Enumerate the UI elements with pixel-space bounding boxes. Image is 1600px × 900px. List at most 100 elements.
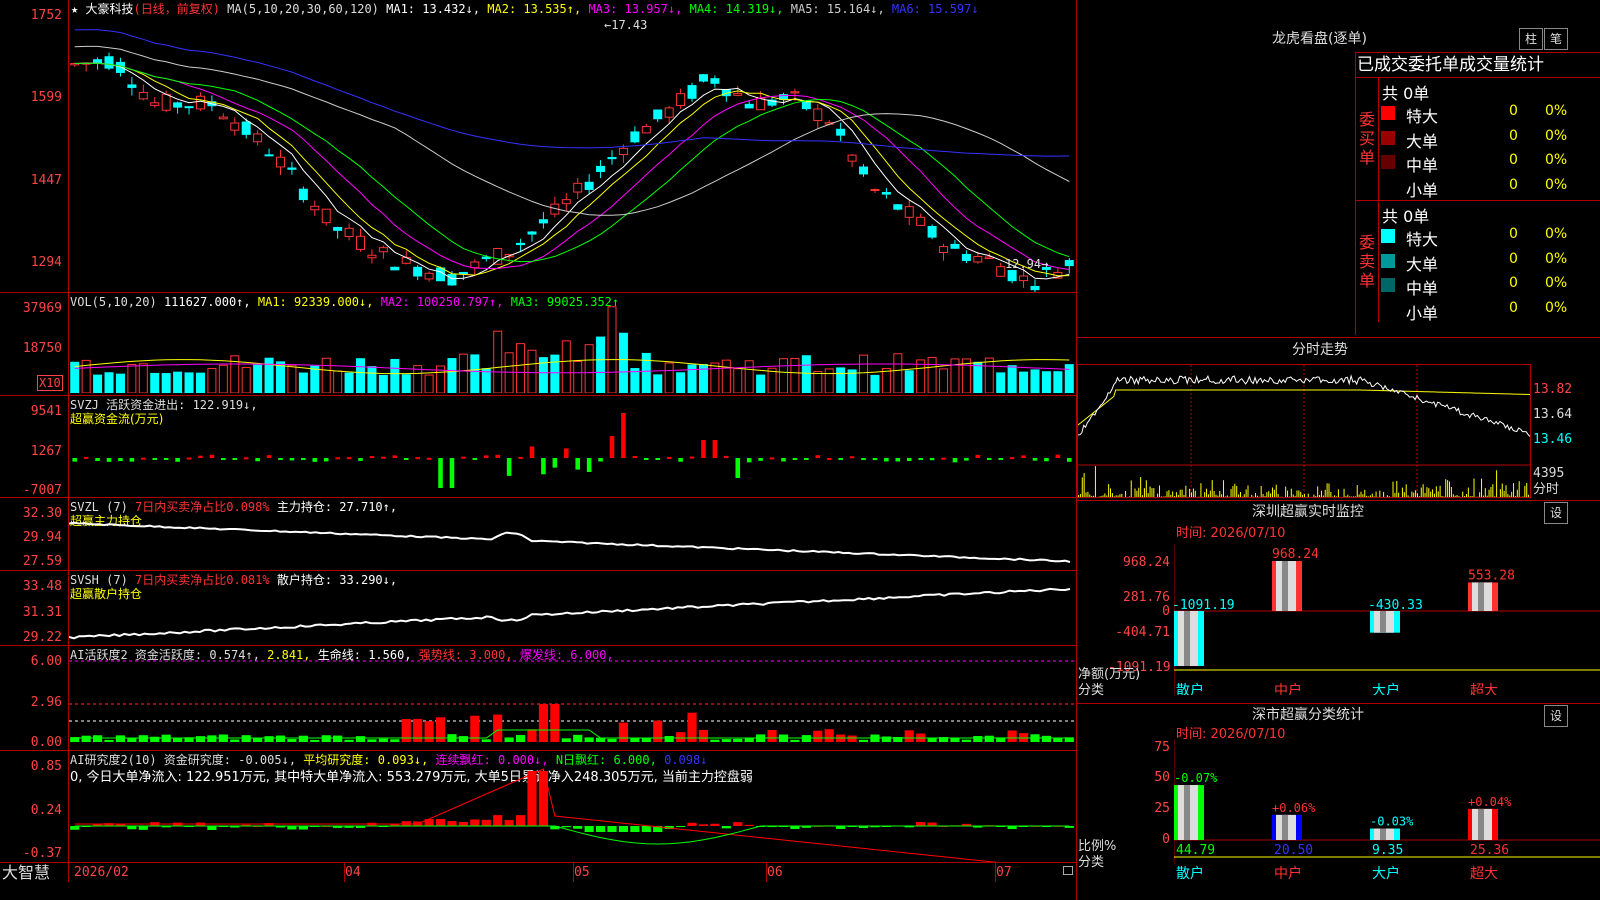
research-bar (641, 826, 651, 832)
sz-monitor-settings-button[interactable]: 设 (1544, 502, 1568, 524)
class-category-label: 散户 (1176, 865, 1204, 882)
volume-bar (630, 368, 640, 393)
order-color-swatch (1381, 229, 1395, 243)
ma-value-1: MA1: 13.432↓, (386, 2, 488, 16)
intraday-vol-bar (1189, 488, 1191, 497)
monitor-bar-4 (1468, 582, 1498, 611)
volume-bar (481, 368, 491, 393)
x-label-jul: 07 (996, 865, 1012, 880)
candle-body (1019, 275, 1029, 282)
activity-bar (973, 735, 983, 742)
intraday-vol-bar (1432, 489, 1434, 497)
fund-flow-bar (312, 458, 318, 462)
vol-label-2: 18750 (22, 341, 62, 356)
candle-body (607, 157, 617, 160)
volume-bar (150, 372, 160, 393)
brand-logo: 大智慧 (2, 863, 51, 882)
intraday-vol-bar (1191, 492, 1192, 497)
candle-body (287, 167, 297, 170)
volume-bar (184, 372, 194, 393)
intraday-vol-bar (1356, 485, 1358, 497)
sell-total: 共 0单 (1382, 207, 1430, 226)
fund-flow-bar (518, 456, 523, 459)
intraday-vol-bar (1379, 490, 1381, 497)
ma-line-6 (74, 29, 1070, 157)
intraday-vol-bar (1368, 496, 1370, 497)
fund-flow-bar (586, 458, 592, 472)
intraday-vol-bar (1273, 489, 1275, 497)
svzl-label-2: 29.94 (22, 530, 62, 545)
fund-flow-bar (666, 456, 672, 459)
fund-flow-bar (95, 458, 100, 461)
volume-bar (333, 370, 343, 393)
intraday-vol-bar (1490, 487, 1492, 497)
candle-body (527, 231, 537, 235)
tick-view-button[interactable]: 笔 (1544, 28, 1568, 50)
activity-bar (527, 729, 537, 742)
activity-bar (230, 739, 240, 742)
intraday-vol-bar (1294, 495, 1296, 497)
lock-icon[interactable] (1063, 866, 1073, 875)
intraday-vol-bar (1271, 487, 1273, 497)
candle-body (561, 199, 571, 205)
candle-body (367, 254, 377, 259)
intraday-vol-bar (1179, 489, 1181, 497)
activity-bar (641, 738, 651, 742)
intraday-vol-bar (1302, 494, 1304, 497)
intraday-vol-bar (1360, 491, 1362, 497)
candle-body (424, 272, 434, 280)
intraday-vol-bar (1320, 490, 1322, 497)
volume-bar (744, 360, 754, 393)
buy-total: 共 0单 (1382, 84, 1430, 103)
research-bar (607, 826, 617, 832)
stock-name[interactable]: 大豪科技 (85, 2, 133, 16)
candlestick-chart[interactable] (69, 16, 1075, 292)
intraday-chart[interactable] (1078, 365, 1530, 497)
order-row-count: 0 (1509, 275, 1518, 291)
sz-class-y3: 25 (1154, 801, 1170, 816)
order-row-name: 大单 (1406, 131, 1439, 151)
fund-flow-bar (1009, 457, 1015, 460)
vol-unit[interactable]: X10 (37, 375, 63, 391)
intraday-vol-bar (1430, 491, 1432, 497)
fund-flow-bar (152, 458, 158, 460)
star-icon[interactable]: ★ (71, 2, 78, 16)
monitor-value-label: 968.24 (1272, 547, 1319, 562)
research-bar (733, 822, 743, 826)
intraday-vol-bar (1194, 490, 1196, 497)
intraday-vol-bar (1160, 496, 1162, 497)
svsh-label-2: 31.31 (22, 605, 62, 620)
activity-bar (413, 718, 423, 742)
column-view-button[interactable]: 柱 (1519, 28, 1543, 50)
candle-body (253, 133, 263, 143)
intraday-vol-bar (1170, 494, 1172, 497)
intraday-vol-bar (1183, 494, 1185, 497)
intraday-vol-bar (1352, 496, 1354, 497)
svzj-label-3: -7007 (22, 483, 62, 498)
x-tick-jul (995, 863, 996, 882)
fund-flow-bar (769, 457, 775, 460)
fund-flow-bar (243, 457, 249, 460)
intraday-vol-bar (1482, 495, 1484, 497)
intraday-vol-bar (1226, 495, 1228, 497)
fund-flow-bar (712, 440, 718, 458)
order-row-pct: 0% (1545, 250, 1568, 267)
fund-flow-bar (186, 457, 192, 460)
volume-bar (596, 336, 606, 393)
fund-flow-bar (129, 458, 135, 462)
intraday-vol-bar (1524, 485, 1526, 497)
fund-flow-bar (72, 458, 78, 462)
sz-class-settings-button[interactable]: 设 (1544, 705, 1568, 727)
divider-ai-research (0, 750, 1076, 751)
intraday-vol-bar (1106, 495, 1108, 497)
fund-flow-bar (986, 458, 992, 460)
fund-flow-bar (724, 455, 729, 458)
intraday-vol-bar (1108, 484, 1110, 497)
intraday-vol-bar (1494, 496, 1496, 497)
intraday-vol-bar (1298, 490, 1300, 497)
intraday-vol-bar (1087, 491, 1089, 497)
activity-bar (241, 735, 251, 742)
research-bar (527, 771, 537, 826)
intraday-vol-bar (1386, 495, 1388, 497)
intraday-vol-bar (1411, 491, 1413, 497)
